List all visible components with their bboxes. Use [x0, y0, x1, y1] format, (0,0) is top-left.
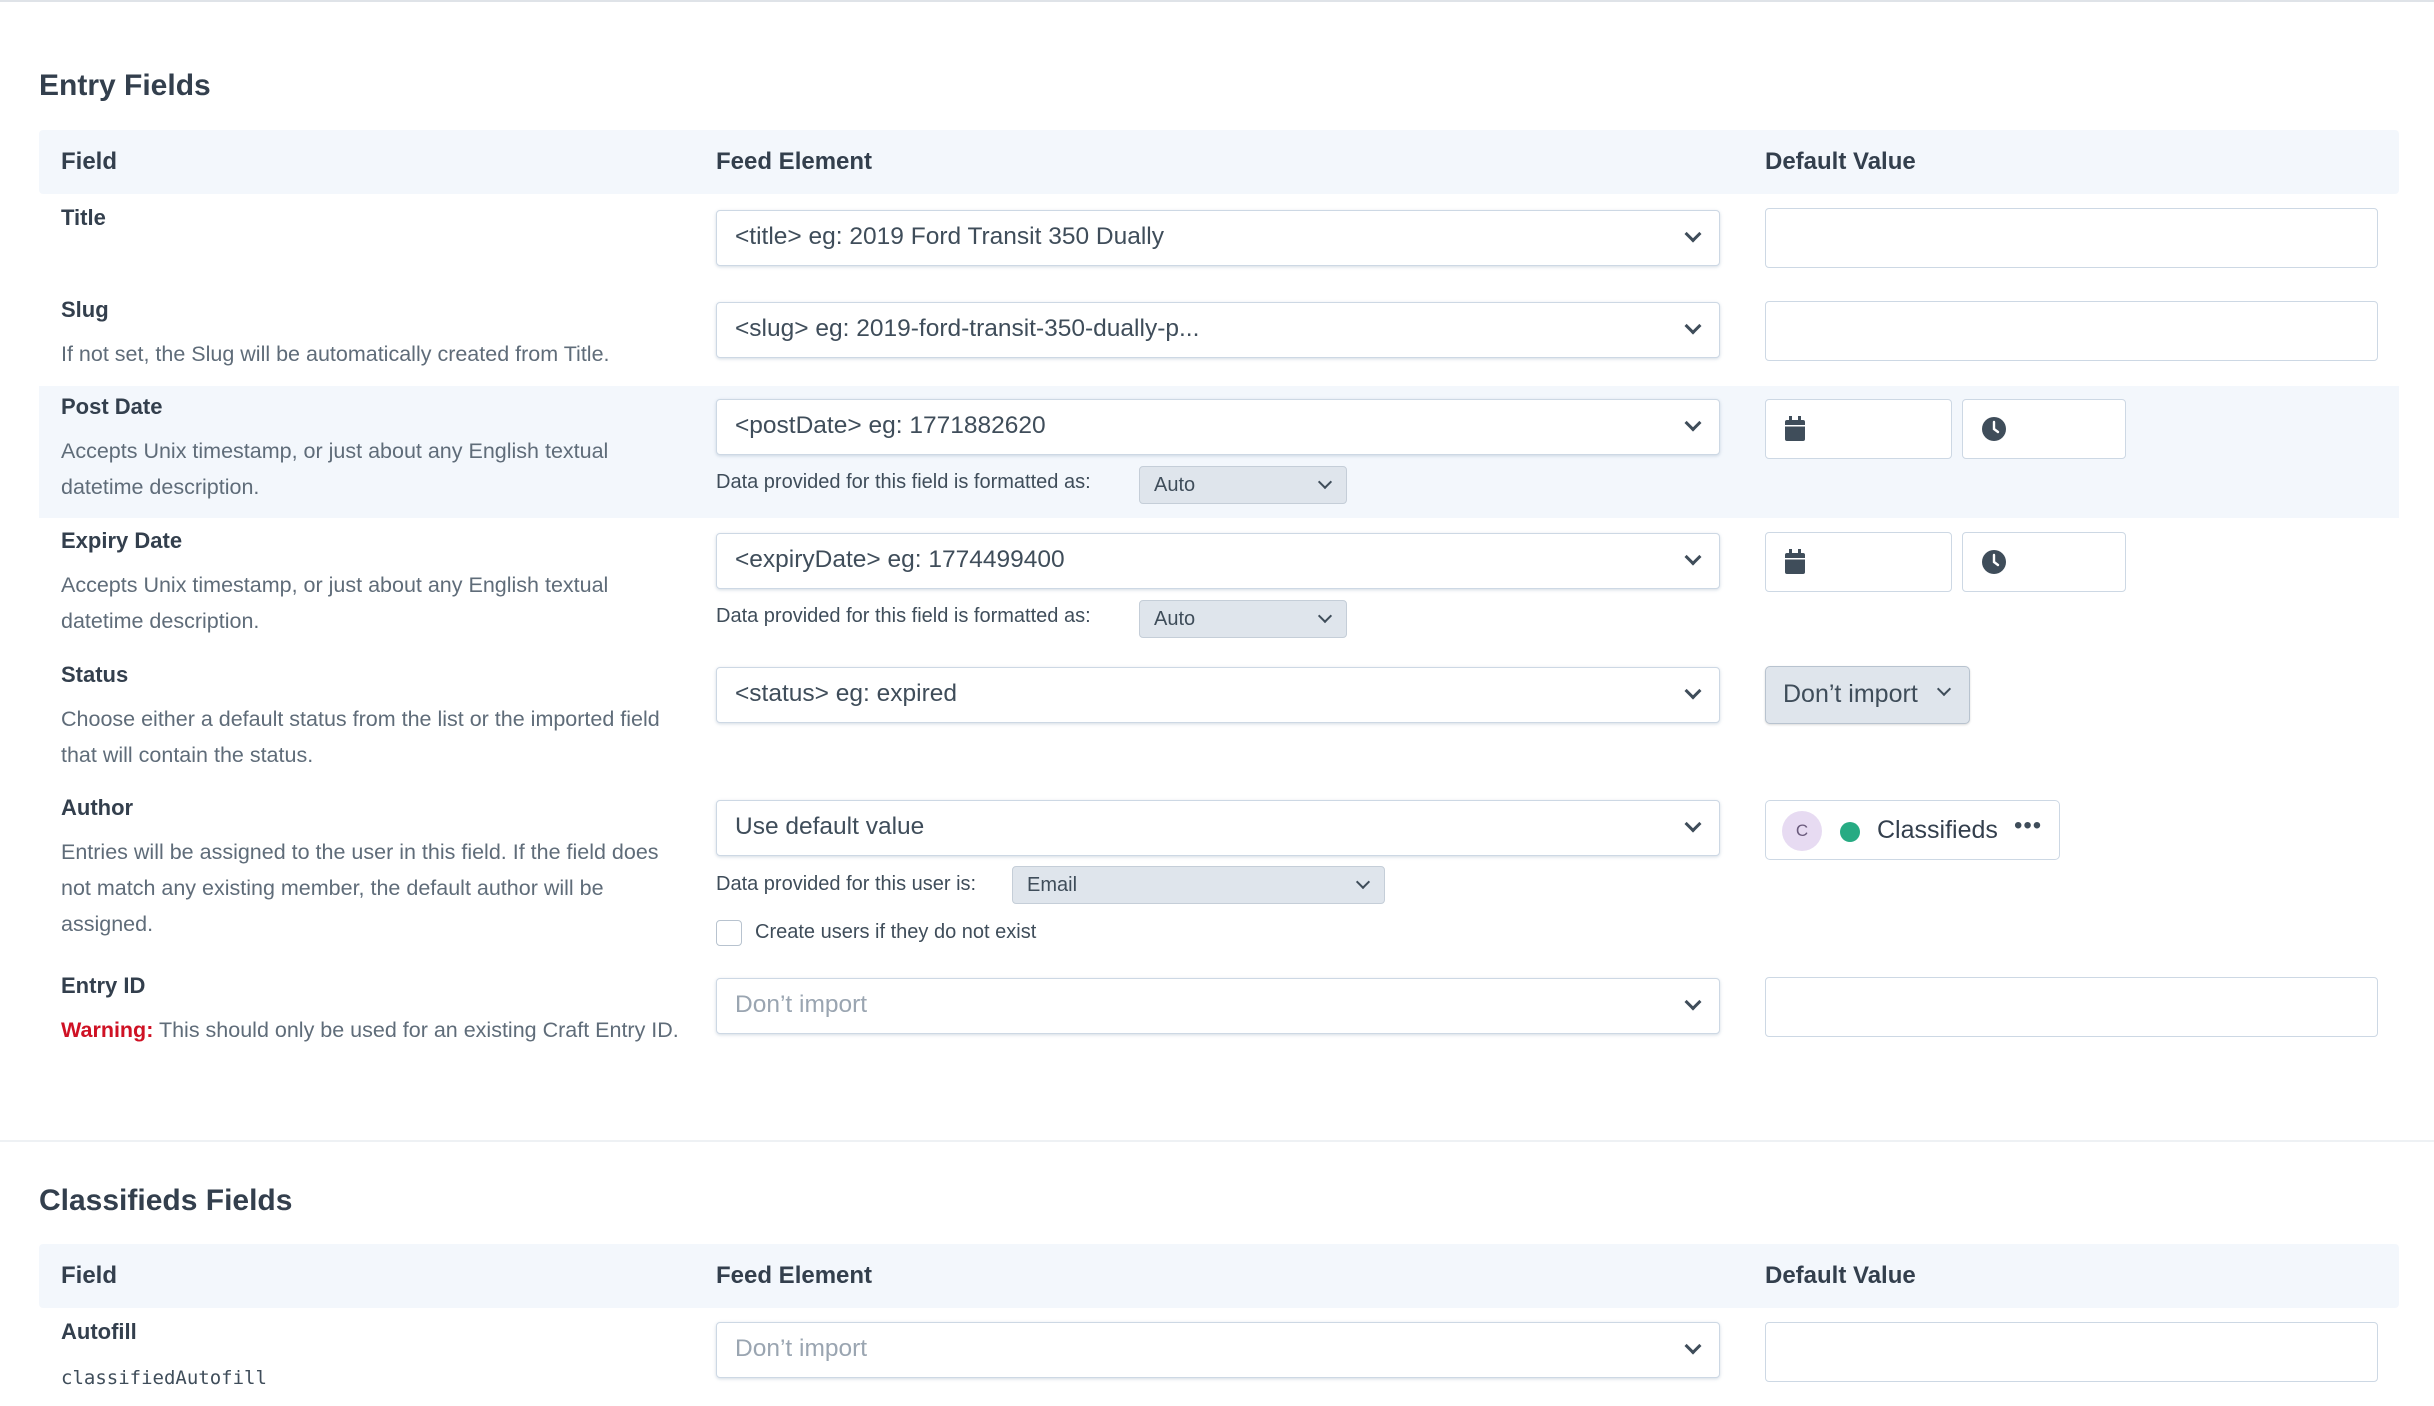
- status-dot: [1840, 822, 1860, 842]
- title-feed-select[interactable]: <title> eg: 2019 Ford Transit 350 Dually: [716, 210, 1720, 266]
- expiry-date-format-value: Auto: [1154, 608, 1196, 630]
- post-date-feed-select[interactable]: <postDate> eg: 1771882620: [716, 399, 1720, 455]
- entry-id-description: Warning: This should only be used for an…: [61, 1012, 681, 1048]
- autofill-handle: classifiedAutofill: [61, 1367, 267, 1389]
- author-feed-value: Use default value: [735, 813, 925, 840]
- author-user-format-value: Email: [1027, 874, 1078, 896]
- entry-id-feed-select[interactable]: Don’t import: [716, 978, 1720, 1034]
- post-date-time-input[interactable]: [1962, 399, 2126, 459]
- status-default-select[interactable]: Don’t import: [1765, 666, 1970, 724]
- chevron-down-icon: [1684, 1337, 1702, 1355]
- field-name-title: Title: [61, 205, 106, 230]
- chevron-down-icon: [1355, 874, 1371, 890]
- expiry-date-time-input[interactable]: [1962, 532, 2126, 592]
- chevron-down-icon: [1684, 225, 1702, 243]
- default-author-name: Classifieds: [1877, 816, 1998, 844]
- chevron-down-icon: [1684, 548, 1702, 566]
- slug-feed-select[interactable]: <slug> eg: 2019-ford-transit-350-dually-…: [716, 302, 1720, 358]
- status-feed-value: <status> eg: expired: [735, 680, 958, 707]
- create-users-checkbox[interactable]: [716, 920, 742, 946]
- chevron-down-icon: [1684, 414, 1702, 432]
- author-description: Entries will be assigned to the user in …: [61, 840, 659, 936]
- status-feed-select[interactable]: <status> eg: expired: [716, 667, 1720, 723]
- slug-feed-value: <slug> eg: 2019-ford-transit-350-dually-…: [735, 315, 1200, 342]
- entry-id-feed-value: Don’t import: [735, 991, 868, 1018]
- expiry-date-description: Accepts Unix timestamp, or just about an…: [61, 573, 609, 633]
- calendar-icon: [1784, 549, 1806, 580]
- calendar-icon: [1784, 416, 1806, 447]
- post-date-format-label: Data provided for this field is formatte…: [716, 471, 1091, 493]
- autofill-default-input[interactable]: [1765, 1322, 2378, 1382]
- header-field: Field: [61, 148, 118, 175]
- classifieds-fields-header: Field Feed Element Default Value: [39, 1244, 2399, 1308]
- author-user-format-label: Data provided for this user is:: [716, 873, 977, 895]
- entry-id-description-text: This should only be used for an existing…: [158, 1018, 679, 1042]
- autofill-feed-value: Don’t import: [735, 1335, 868, 1362]
- status-default-value: Don’t import: [1783, 680, 1918, 708]
- clock-icon: [1981, 416, 2007, 447]
- field-name-slug: Slug: [61, 297, 109, 322]
- top-border: [0, 0, 2434, 2]
- clock-icon: [1981, 549, 2007, 580]
- chevron-down-icon: [1684, 815, 1702, 833]
- more-icon[interactable]: •••: [2014, 812, 2042, 840]
- chevron-down-icon: [1684, 993, 1702, 1011]
- header-feed-element: Feed Element: [716, 148, 873, 175]
- autofill-feed-select[interactable]: Don’t import: [716, 1322, 1720, 1378]
- author-user-format-select[interactable]: Email: [1012, 866, 1385, 904]
- create-users-label: Create users if they do not exist: [755, 921, 1037, 943]
- field-name-entry-id: Entry ID: [61, 973, 146, 998]
- slug-default-input[interactable]: [1765, 301, 2378, 361]
- header-feed-element: Feed Element: [716, 1262, 873, 1289]
- post-date-feed-value: <postDate> eg: 1771882620: [735, 412, 1046, 439]
- chevron-down-icon: [1936, 681, 1952, 697]
- entry-id-default-input[interactable]: [1765, 977, 2378, 1037]
- post-date-date-input[interactable]: [1765, 399, 1952, 459]
- field-name-post-date: Post Date: [61, 394, 163, 419]
- author-feed-select[interactable]: Use default value: [716, 800, 1720, 856]
- section-divider: [0, 1140, 2434, 1142]
- field-name-author: Author: [61, 795, 134, 820]
- slug-description: If not set, the Slug will be automatical…: [61, 342, 610, 366]
- header-default-value: Default Value: [1765, 148, 1916, 175]
- expiry-date-feed-select[interactable]: <expiryDate> eg: 1774499400: [716, 533, 1720, 589]
- post-date-format-select[interactable]: Auto: [1139, 466, 1347, 504]
- expiry-date-format-select[interactable]: Auto: [1139, 600, 1347, 638]
- classifieds-fields-title: Classifieds Fields: [39, 1184, 293, 1217]
- field-name-status: Status: [61, 662, 129, 687]
- title-default-input[interactable]: [1765, 208, 2378, 268]
- status-description: Choose either a default status from the …: [61, 707, 660, 767]
- chevron-down-icon: [1684, 317, 1702, 335]
- warning-label: Warning:: [61, 1018, 154, 1042]
- field-name-autofill: Autofill: [61, 1319, 137, 1344]
- default-author-chip[interactable]: C Classifieds •••: [1765, 800, 2060, 860]
- chevron-down-icon: [1684, 682, 1702, 700]
- chevron-down-icon: [1317, 474, 1333, 490]
- chevron-down-icon: [1317, 608, 1333, 624]
- post-date-format-value: Auto: [1154, 474, 1196, 496]
- post-date-description: Accepts Unix timestamp, or just about an…: [61, 439, 609, 499]
- avatar: C: [1782, 811, 1822, 851]
- header-field: Field: [61, 1262, 118, 1289]
- title-feed-value: <title> eg: 2019 Ford Transit 350 Dually: [735, 223, 1165, 250]
- expiry-date-date-input[interactable]: [1765, 532, 1952, 592]
- entry-fields-header: Field Feed Element Default Value: [39, 130, 2399, 194]
- entry-fields-title: Entry Fields: [39, 69, 211, 102]
- expiry-date-format-label: Data provided for this field is formatte…: [716, 605, 1091, 627]
- field-name-expiry-date: Expiry Date: [61, 528, 183, 553]
- header-default-value: Default Value: [1765, 1262, 1916, 1289]
- expiry-date-feed-value: <expiryDate> eg: 1774499400: [735, 546, 1065, 573]
